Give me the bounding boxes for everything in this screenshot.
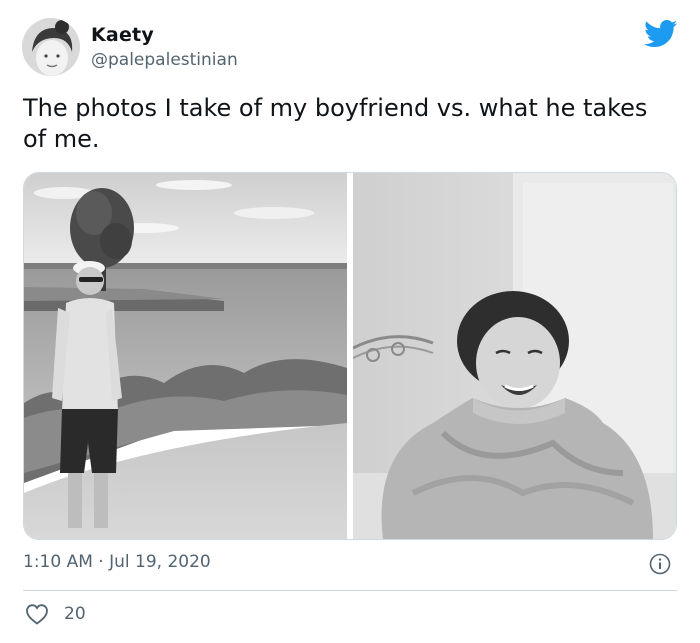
like-count[interactable]: 20 — [64, 604, 86, 624]
tweet-media[interactable] — [23, 172, 677, 540]
twitter-bird-icon[interactable] — [644, 20, 678, 48]
photo-girlfriend[interactable] — [353, 173, 676, 539]
divider — [23, 590, 677, 591]
photo-boyfriend[interactable] — [24, 173, 347, 539]
heart-icon[interactable] — [25, 603, 49, 625]
tweet-timestamp[interactable]: 1:10 AM · Jul 19, 2020 — [23, 552, 211, 572]
tweet-text: The photos I take of my boyfriend vs. wh… — [23, 94, 648, 153]
user-handle[interactable]: @palepalestinian — [91, 50, 238, 70]
info-icon[interactable] — [649, 553, 671, 575]
tweet-card: Kaety @palepalestinian The photos I take… — [0, 0, 700, 643]
avatar[interactable] — [22, 18, 80, 76]
display-name[interactable]: Kaety — [91, 24, 154, 46]
